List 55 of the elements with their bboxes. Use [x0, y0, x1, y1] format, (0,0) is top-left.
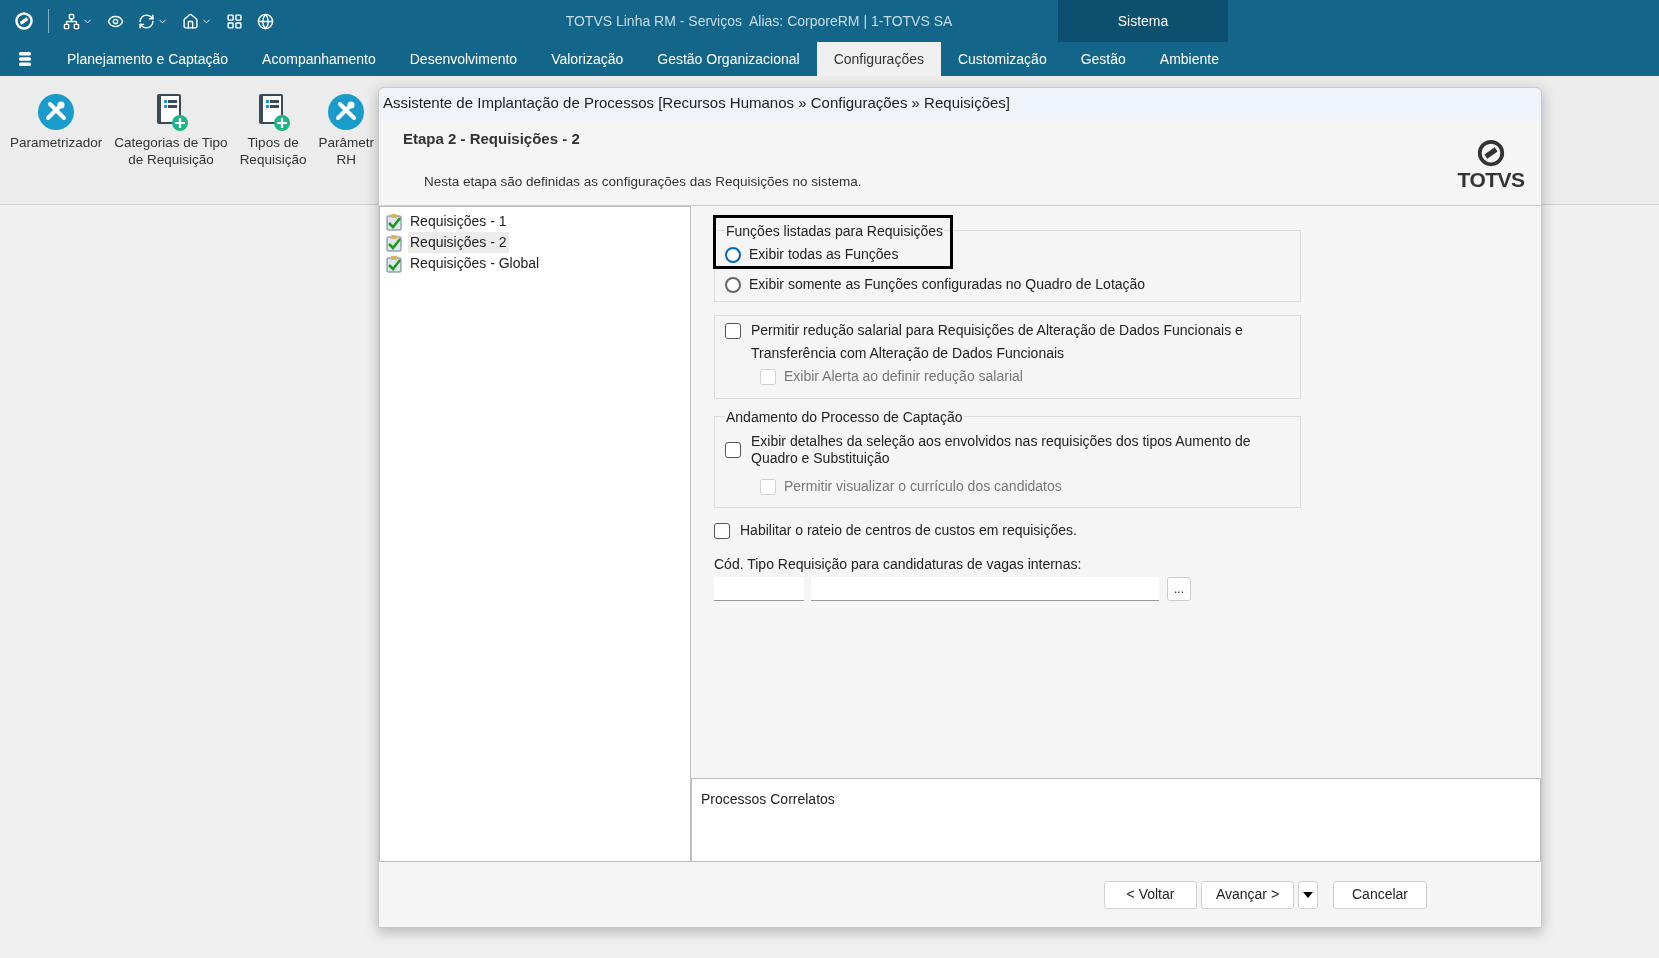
menu-tab[interactable]: Planejamento e Captação — [50, 42, 246, 76]
checkbox[interactable] — [725, 323, 741, 339]
hierarchy-icon[interactable] — [63, 12, 80, 30]
radio-label[interactable]: Exibir somente as Funções configuradas no Quadro de Lotação — [749, 274, 1146, 295]
ribbon-button[interactable]: Parâmetr RH — [312, 90, 380, 168]
logo-icon — [1476, 138, 1506, 168]
checkbox-label[interactable]: Permitir redução salarial para Requisições de Alteração de Dados Funcionais e Transferência com Alteração de Dados Funcionais — [751, 319, 1281, 365]
step-description: Nesta etapa são definidas as configurações das Requisições no sistema. — [423, 172, 863, 191]
menu-tab[interactable]: Gestão Organizacional — [640, 42, 817, 76]
caret-icon — [1303, 891, 1313, 898]
menu-tab[interactable]: Desenvolvimento — [392, 42, 535, 76]
logo-icon — [14, 11, 34, 31]
checkbox[interactable] — [725, 442, 741, 458]
menu-tab[interactable]: Gestão — [1063, 42, 1143, 76]
tools-icon — [328, 94, 365, 130]
home-icon[interactable] — [182, 12, 199, 30]
menu-tab[interactable]: Customização — [940, 42, 1064, 76]
menu-icon[interactable] — [16, 50, 34, 68]
checked-clipboard-icon — [386, 212, 402, 231]
dropdown-button[interactable] — [1298, 880, 1318, 909]
checked-clipboard-icon — [386, 233, 402, 252]
ribbon-button[interactable]: Tipos de Requisição — [233, 90, 313, 168]
step-item[interactable]: Requisições - 2 — [408, 232, 509, 253]
cancel-button[interactable]: Cancelar — [1333, 880, 1427, 909]
menu-tab[interactable]: Ambiente — [1142, 42, 1236, 76]
dialog-title: Assistente de Implantação de Processos [Recursos Humanos » Configurações » Requisições] — [383, 93, 1010, 114]
checkbox-label[interactable]: Exibir detalhes da seleção aos envolvidos nas requisições dos tipos Aumento de Quadro e Substituição — [751, 433, 1251, 467]
checked-clipboard-icon — [386, 254, 402, 273]
tools-icon — [38, 94, 75, 130]
globe-icon[interactable] — [257, 12, 274, 30]
totvs-logo: TOTVS — [1441, 119, 1541, 205]
ribbon-button[interactable]: Categorias de Tipo de Requisição — [108, 90, 234, 168]
code-field[interactable] — [714, 577, 804, 601]
checkbox-label[interactable]: Habilitar o rateio de centros de custos em requisições. — [740, 520, 1077, 541]
step-title: Etapa 2 - Requisições - 2 — [403, 129, 581, 149]
context-tab[interactable]: Sistema — [1058, 0, 1228, 42]
menu-tab[interactable]: Valorização — [534, 42, 641, 76]
checkbox[interactable] — [714, 522, 730, 539]
back-button[interactable]: < Voltar — [1104, 880, 1197, 909]
ribbon-button[interactable]: Parametrizador — [4, 90, 109, 151]
description-field[interactable] — [811, 577, 1159, 601]
menu-tab[interactable]: Acompanhamento — [245, 42, 393, 76]
radio-button[interactable] — [725, 276, 741, 293]
lookup-button[interactable]: ... — [1167, 577, 1191, 601]
grid-icon[interactable] — [226, 12, 243, 30]
radio-button[interactable] — [725, 246, 741, 263]
next-button[interactable]: Avançar > — [1201, 880, 1294, 909]
menu-tab[interactable]: Configurações — [816, 42, 941, 76]
refresh-icon[interactable] — [138, 12, 155, 30]
step-item[interactable]: Requisições - 1 — [408, 211, 509, 232]
field-label: Cód. Tipo Requisição para candidaturas de vagas internas: — [714, 555, 1083, 574]
step-item[interactable]: Requisições - Global — [408, 253, 542, 274]
radio-label[interactable]: Exibir todas as Funções — [749, 244, 899, 265]
panel-title: Processos Correlatos — [701, 791, 835, 807]
window-title: TOTVS Linha RM - Serviços Alias: CorporeRM | 1-TOTVS SA — [564, 11, 954, 31]
